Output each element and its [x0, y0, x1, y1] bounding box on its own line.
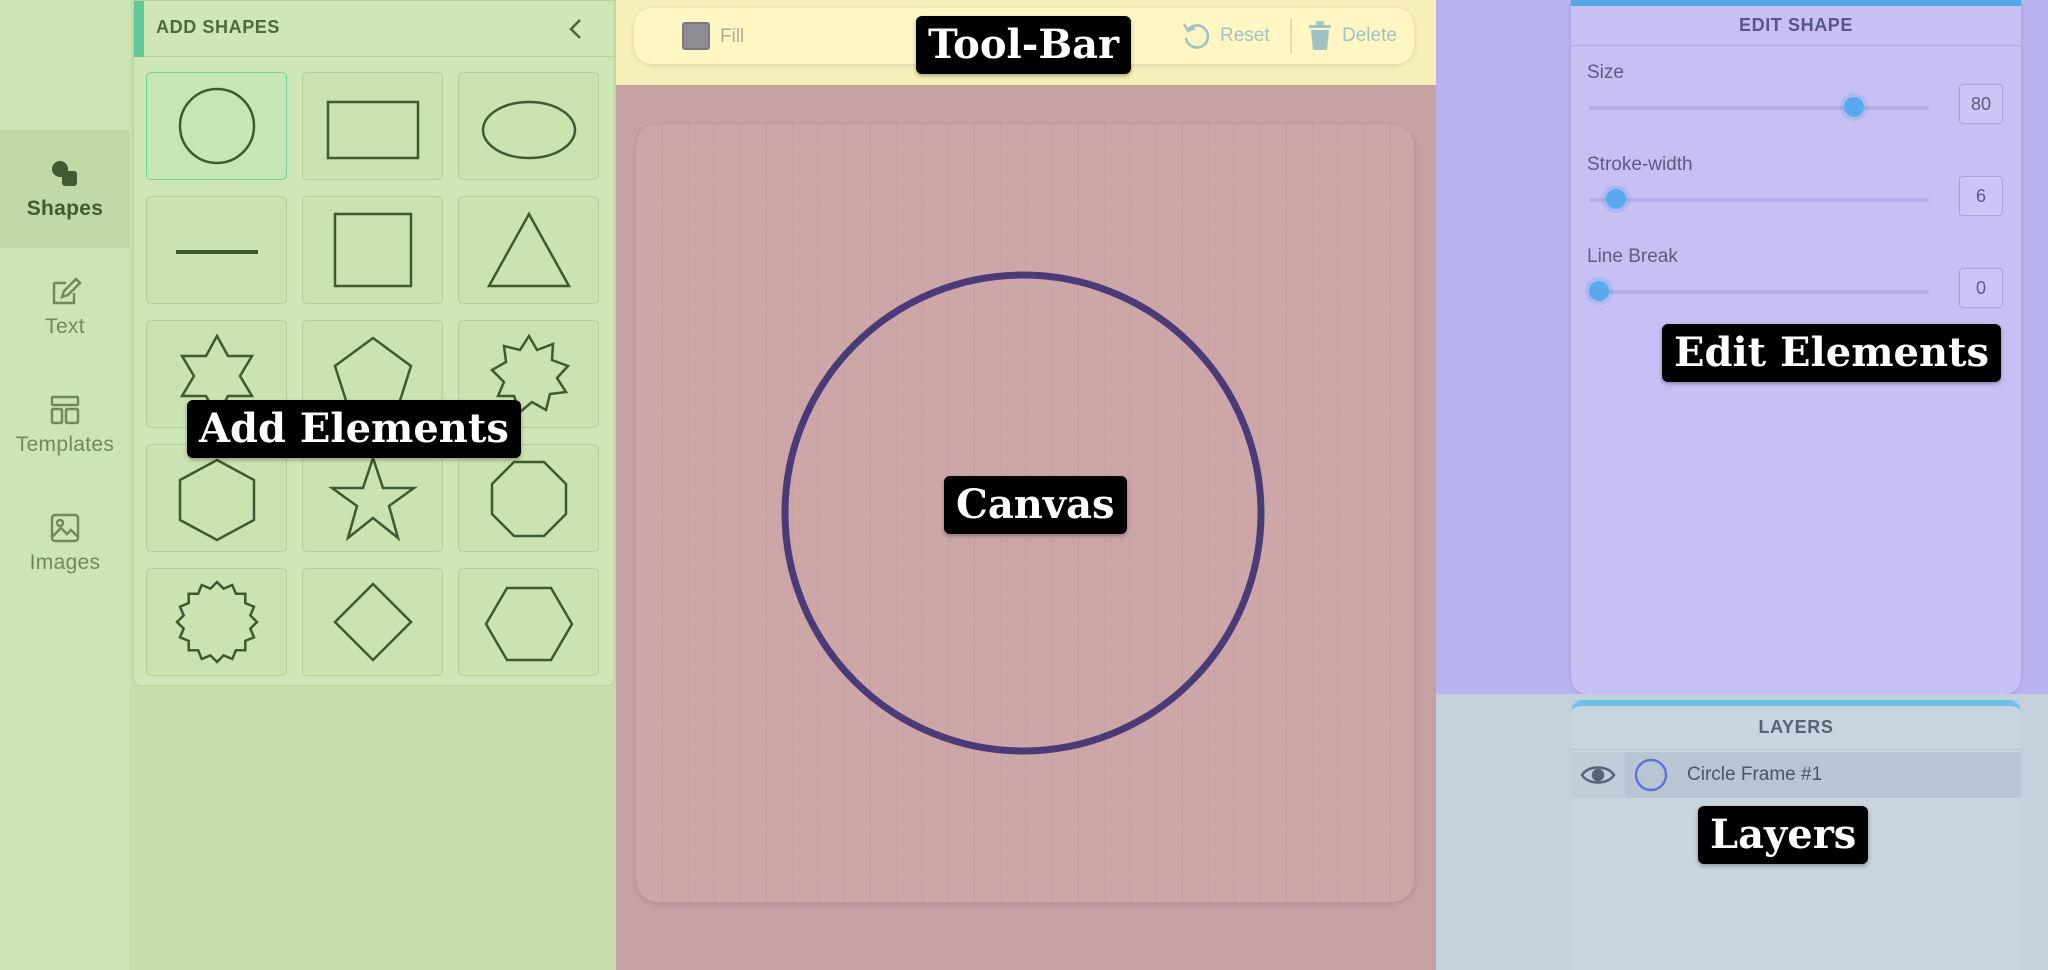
visibility-toggle[interactable] [1571, 752, 1625, 798]
layer-name: Circle Frame #1 [1687, 764, 1823, 785]
size-label: Size [1587, 62, 1624, 83]
add-shapes-card: ADD SHAPES [133, 0, 615, 686]
header-accent [134, 1, 144, 57]
circle-shape-icon [178, 87, 255, 165]
five-point-star-icon [327, 454, 418, 542]
delete-label: Delete [1342, 25, 1397, 46]
diamond-shape-icon [332, 582, 413, 662]
shape-option-circle[interactable] [146, 72, 287, 180]
panel-title: ADD SHAPES [156, 17, 281, 37]
nav-item-label: Text [45, 315, 85, 338]
shape-option-seal[interactable] [146, 568, 287, 676]
panel-title: LAYERS [1758, 717, 1834, 737]
size-slider-track[interactable] [1589, 106, 1929, 110]
layers-header: LAYERS [1571, 706, 2021, 750]
annotation-toolbar: Tool-Bar [916, 16, 1132, 74]
chevron-left-icon [569, 19, 581, 39]
shape-option-star-five[interactable] [302, 444, 443, 552]
line-shape-icon [175, 250, 258, 254]
toolbar-divider [1290, 18, 1292, 54]
rectangle-shape-icon [326, 100, 419, 160]
layer-row[interactable]: Circle Frame #1 [1571, 752, 2021, 798]
stroke-width-slider-track[interactable] [1589, 198, 1929, 202]
shape-option-hexagon[interactable] [146, 444, 287, 552]
line-break-slider-thumb[interactable] [1589, 281, 1610, 301]
nav-item-label: Shapes [26, 197, 104, 220]
shape-option-line[interactable] [146, 196, 287, 304]
reset-icon [1182, 23, 1210, 49]
left-nav-rail: Shapes Text Templates Images [0, 0, 130, 970]
line-break-value-input[interactable]: 0 [1959, 268, 2003, 308]
stroke-width-value-input[interactable]: 6 [1959, 176, 2003, 216]
hexagon-shape-icon [178, 458, 255, 542]
seal-shape-icon [174, 580, 259, 664]
layer-thumbnail [1625, 752, 1677, 798]
stroke-width-label: Stroke-width [1587, 154, 1693, 175]
stroke-width-slider-thumb[interactable] [1606, 189, 1627, 209]
add-shapes-panel: ADD SHAPES [130, 0, 616, 970]
reset-button[interactable]: Reset [1180, 20, 1270, 52]
delete-button[interactable]: Delete [1306, 20, 1397, 52]
templates-icon [50, 395, 80, 425]
nav-item-text[interactable]: Text [0, 248, 130, 366]
size-value-input[interactable]: 80 [1959, 84, 2003, 124]
annotation-add-elements: Add Elements [187, 400, 521, 458]
size-slider-group: Size 80 [1587, 62, 2005, 142]
panel-title: EDIT SHAPE [1738, 15, 1854, 35]
nav-item-templates[interactable]: Templates [0, 366, 130, 484]
collapse-panel-button[interactable] [562, 15, 590, 43]
line-break-slider-group: Line Break 0 [1587, 246, 2005, 326]
fill-label: Fill [720, 26, 745, 47]
shape-option-ellipse[interactable] [458, 72, 599, 180]
annotation-edit-elements: Edit Elements [1662, 324, 2002, 382]
add-shapes-header: ADD SHAPES [134, 1, 614, 57]
square-shape-icon [333, 212, 412, 288]
nav-item-shapes[interactable]: Shapes [0, 130, 130, 248]
circle-thumbnail-icon [1634, 758, 1668, 792]
octagon-shape-icon [490, 460, 567, 538]
annotation-canvas: Canvas [944, 476, 1127, 534]
trash-icon [1309, 21, 1331, 50]
line-break-label: Line Break [1587, 246, 1678, 267]
flat-hexagon-shape-icon [484, 586, 573, 662]
edit-text-icon [52, 277, 82, 305]
edit-shape-header: EDIT SHAPE [1571, 6, 2021, 46]
ellipse-shape-icon [481, 100, 576, 160]
nav-item-label: Templates [15, 433, 115, 456]
shape-option-rectangle[interactable] [302, 72, 443, 180]
image-icon [50, 513, 80, 543]
size-slider-thumb[interactable] [1844, 97, 1865, 117]
nav-item-label: Images [29, 551, 101, 574]
shape-option-hexagon-flat[interactable] [458, 568, 599, 676]
shape-option-square[interactable] [302, 196, 443, 304]
reset-label: Reset [1220, 25, 1270, 46]
fill-color-swatch[interactable] [682, 22, 710, 50]
nav-item-images[interactable]: Images [0, 484, 130, 602]
shape-option-octagon[interactable] [458, 444, 599, 552]
stroke-width-slider-group: Stroke-width 6 [1587, 154, 2005, 234]
annotation-layers: Layers [1698, 806, 1869, 864]
shape-option-diamond[interactable] [302, 568, 443, 676]
eye-icon [1580, 766, 1616, 784]
shapes-icon [52, 161, 77, 186]
line-break-slider-track[interactable] [1589, 290, 1929, 294]
shape-option-triangle[interactable] [458, 196, 599, 304]
triangle-shape-icon [486, 211, 571, 288]
